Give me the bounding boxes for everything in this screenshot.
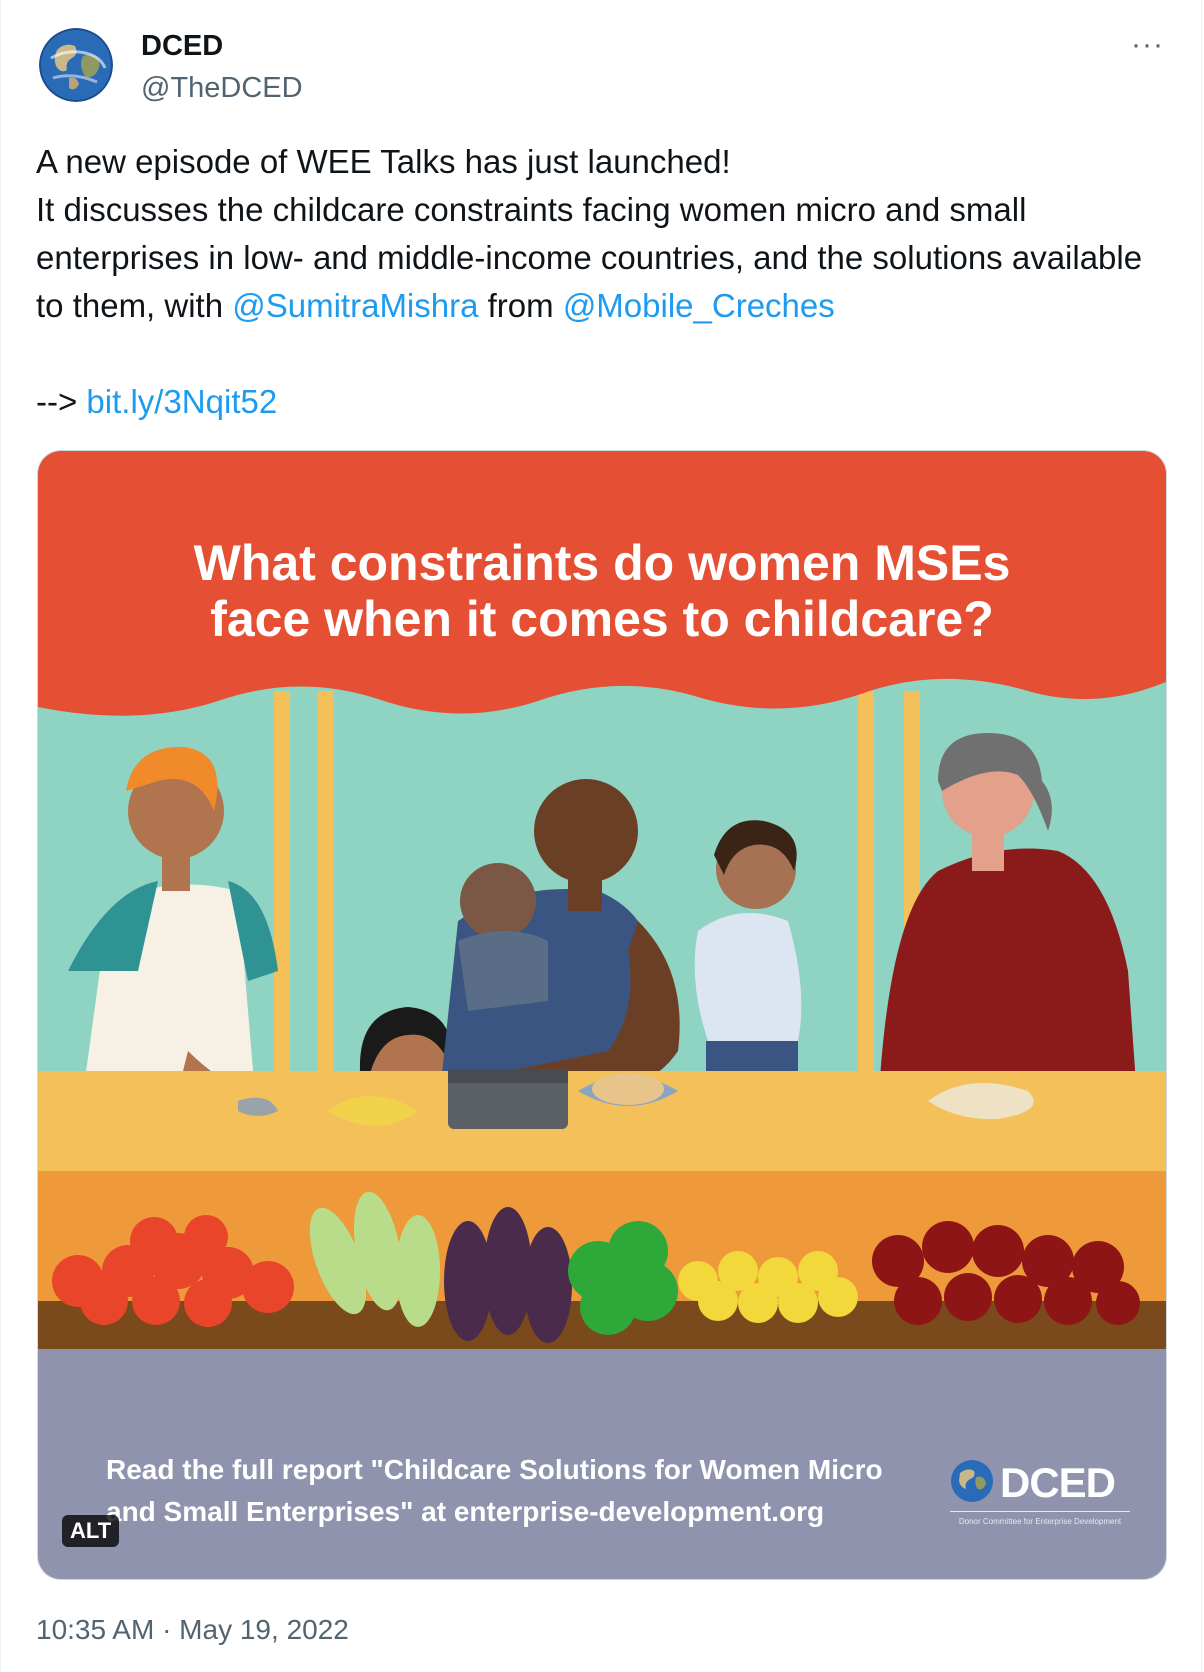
author-avatar[interactable] xyxy=(39,28,113,102)
more-options-icon[interactable]: ··· xyxy=(1131,28,1164,62)
image-footer-line-2: and Small Enterprises" at enterprise-dev… xyxy=(106,1496,825,1527)
tweet-url-line: --> bit.ly/3Nqit52 xyxy=(36,378,1156,426)
author-name[interactable]: DCED xyxy=(141,30,223,63)
tweet-from-text: from xyxy=(478,287,563,324)
author-handle[interactable]: @TheDCED xyxy=(141,72,303,105)
mention-mobile-creches-link[interactable]: @Mobile_Creches xyxy=(563,287,835,324)
short-url-link[interactable]: bit.ly/3Nqit52 xyxy=(86,383,277,420)
tweet-line-2: It discusses the childcare constraints f… xyxy=(36,186,1156,330)
tweet-image[interactable]: What constraints do women MSEs face when… xyxy=(37,450,1167,1580)
tweet-card: DCED @TheDCED ··· A new episode of WEE T… xyxy=(0,0,1202,1672)
logo-divider xyxy=(950,1511,1130,1512)
image-footer-text: Read the full report "Childcare Solution… xyxy=(106,1449,906,1533)
mention-sumitra-link[interactable]: @SumitraMishra xyxy=(232,287,478,324)
alt-text-button[interactable]: ALT xyxy=(62,1515,120,1547)
arrow-text: --> xyxy=(36,383,78,420)
globe-icon xyxy=(39,28,113,102)
tweet-timestamp[interactable]: 10:35 AM · May 19, 2022 xyxy=(36,1614,349,1646)
logo-subtitle: Donor Committee for Enterprise Developme… xyxy=(958,1517,1122,1526)
tweet-text: A new episode of WEE Talks has just laun… xyxy=(36,138,1156,426)
tweet-line-1: A new episode of WEE Talks has just laun… xyxy=(36,143,731,180)
image-footer-line-1: Read the full report "Childcare Solution… xyxy=(106,1454,883,1485)
image-title-line-1: What constraints do women MSEs xyxy=(193,535,1011,591)
tweet-spacer xyxy=(36,330,1156,378)
logo-globe-icon xyxy=(951,1460,993,1502)
image-title: What constraints do women MSEs face when… xyxy=(38,535,1166,647)
logo-wordmark: DCED xyxy=(1000,1459,1116,1506)
image-title-line-2: face when it comes to childcare? xyxy=(210,591,994,647)
